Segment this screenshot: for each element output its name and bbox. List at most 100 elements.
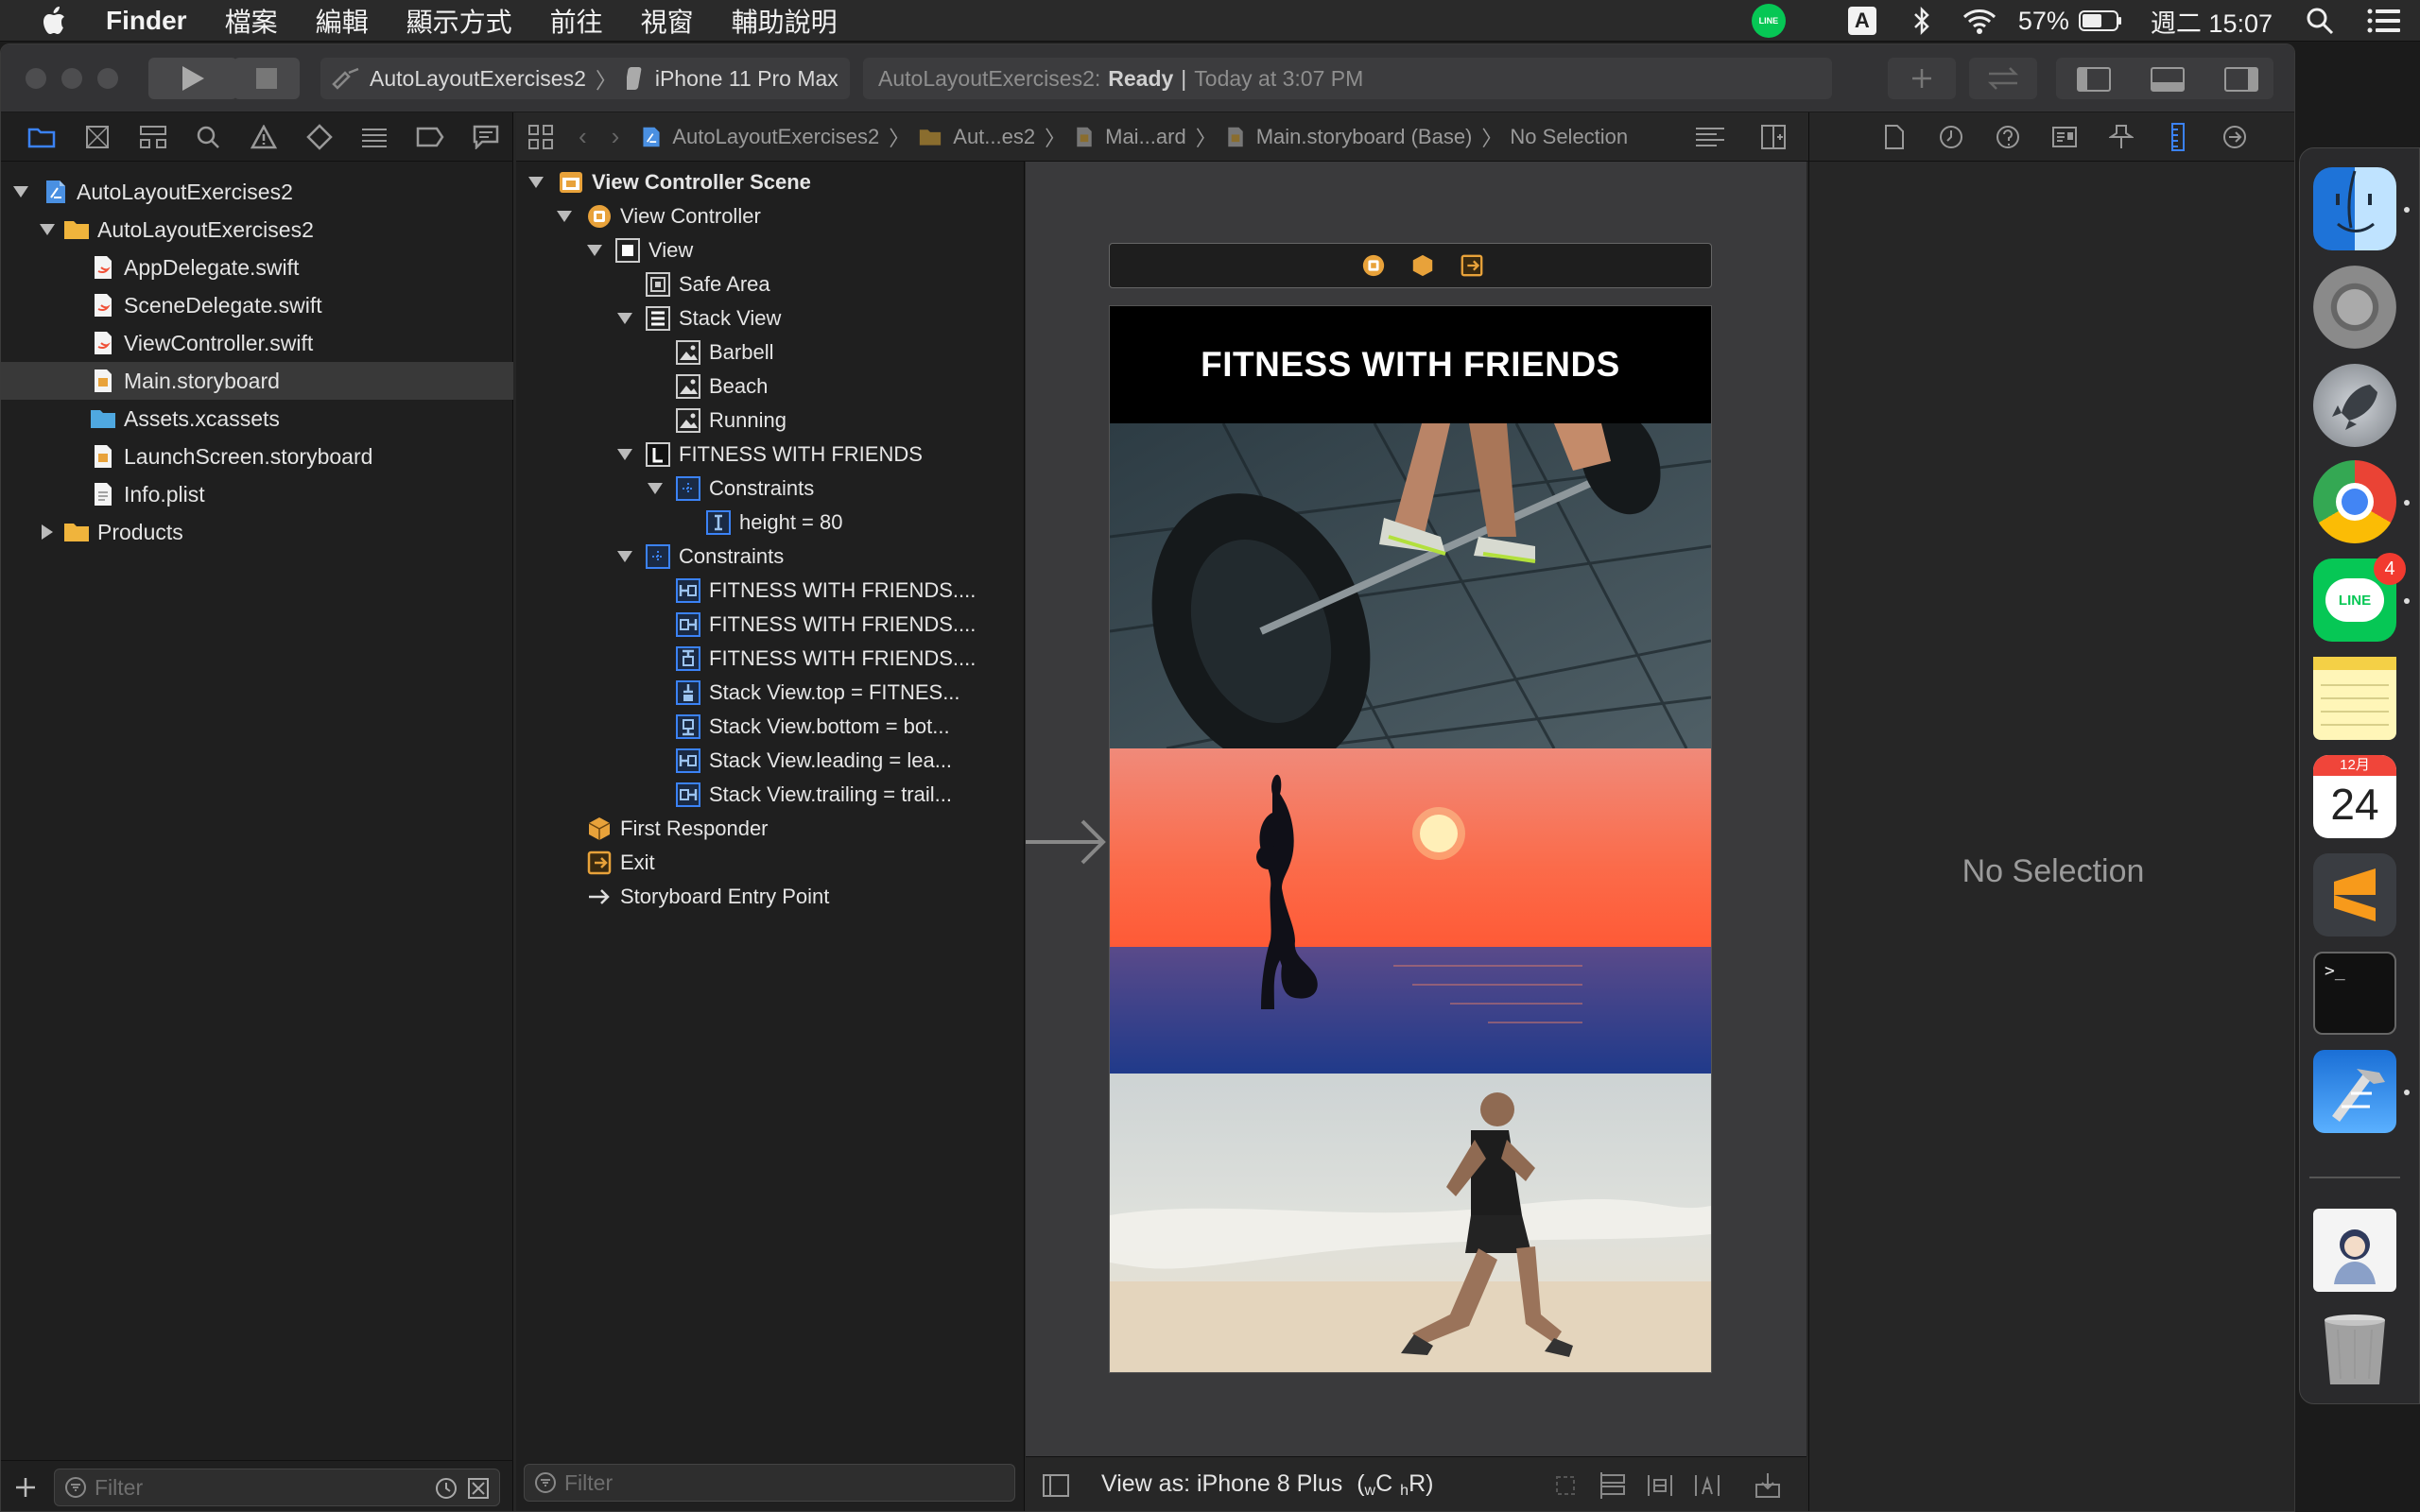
add-icon[interactable] xyxy=(14,1476,37,1499)
outline-item-entry-point[interactable]: Storyboard Entry Point xyxy=(586,880,829,914)
nav-item-project[interactable]: AutoLayoutExercises2 xyxy=(1,173,513,211)
outline-item-exit[interactable]: Exit xyxy=(586,846,655,880)
run-button[interactable] xyxy=(148,58,237,99)
tab-test-navigator[interactable] xyxy=(291,118,347,156)
nav-item-file[interactable]: AppDelegate.swift xyxy=(1,249,513,286)
stop-button[interactable] xyxy=(233,58,300,99)
scm-filter-icon[interactable] xyxy=(467,1477,490,1500)
calendar-dock-icon[interactable]: 12月 24 xyxy=(2313,755,2396,838)
crumb-group[interactable]: Aut...es2 xyxy=(917,125,1035,149)
spotlight-icon[interactable] xyxy=(2305,6,2335,36)
crumb-localization[interactable]: Main.storyboard (Base) xyxy=(1224,125,1472,149)
system-preferences-dock-icon[interactable] xyxy=(2313,266,2396,349)
terminal-dock-icon[interactable]: >_ xyxy=(2313,952,2396,1035)
update-frames-icon[interactable] xyxy=(1551,1471,1580,1500)
apple-menu-icon[interactable] xyxy=(36,2,74,40)
tab-quick-help-inspector[interactable] xyxy=(1979,118,2036,156)
tab-debug-navigator[interactable] xyxy=(347,118,403,156)
tab-breakpoint-navigator[interactable] xyxy=(403,118,458,156)
code-review-button[interactable] xyxy=(1969,58,2037,99)
crumb-selection[interactable]: No Selection xyxy=(1510,125,1628,149)
outline-item-view[interactable]: View xyxy=(586,233,693,267)
outline-item-constraint[interactable]: Stack View.leading = lea... xyxy=(675,744,952,778)
toggle-navigator-button[interactable] xyxy=(2077,67,2111,92)
outline-item-view-controller[interactable]: View Controller xyxy=(556,199,761,233)
tab-connections-inspector[interactable] xyxy=(2206,118,2263,156)
navigator-filter-field[interactable]: Filter xyxy=(54,1469,500,1506)
tab-project-navigator[interactable] xyxy=(14,118,70,156)
disclosure-open-icon[interactable] xyxy=(9,180,33,204)
resolve-issues-icon[interactable] xyxy=(1754,1471,1782,1500)
outline-item-constraint[interactable]: Stack View.bottom = bot... xyxy=(675,710,950,744)
tab-file-inspector[interactable] xyxy=(1866,118,1923,156)
outline-item-constraints[interactable]: Constraints xyxy=(647,472,814,506)
outline-item-image-view[interactable]: Beach xyxy=(675,369,768,404)
outline-item-constraint[interactable]: FITNESS WITH FRIENDS.... xyxy=(675,642,976,676)
launchpad-dock-icon[interactable] xyxy=(2313,364,2396,447)
scheme-selector[interactable]: AutoLayoutExercises2 〉 iPhone 11 Pro Max xyxy=(320,58,850,99)
title-label-view[interactable]: FITNESS WITH FRIENDS xyxy=(1110,306,1711,423)
tab-issue-navigator[interactable] xyxy=(236,118,292,156)
add-editor-icon[interactable] xyxy=(1760,124,1787,150)
finder-dock-icon[interactable] xyxy=(2313,167,2396,250)
tab-find-navigator[interactable] xyxy=(181,118,236,156)
storyboard-canvas[interactable]: FITNESS WITH FRIENDS xyxy=(1026,162,1806,1456)
scene-view[interactable]: FITNESS WITH FRIENDS xyxy=(1109,305,1712,1373)
outline-item-constraint[interactable]: height = 80 xyxy=(705,506,842,540)
nav-item-file[interactable]: ViewController.swift xyxy=(1,324,513,362)
beach-image[interactable] xyxy=(1110,748,1711,1074)
menu-app-name[interactable]: Finder xyxy=(106,6,187,36)
chrome-dock-icon[interactable] xyxy=(2313,460,2396,543)
menu-go[interactable]: 前往 xyxy=(550,2,603,40)
library-button[interactable] xyxy=(1888,58,1956,99)
notes-dock-icon[interactable] xyxy=(2313,657,2396,740)
outline-item-constraint[interactable]: Stack View.top = FITNES... xyxy=(675,676,960,710)
outline-item-constraints[interactable]: Constraints xyxy=(616,540,784,574)
tab-size-inspector[interactable] xyxy=(2150,118,2206,156)
wifi-icon[interactable] xyxy=(1962,7,1997,35)
view-as-button[interactable]: View as: iPhone 8 Plus (wC hR) xyxy=(1101,1470,1433,1500)
menu-help[interactable]: 輔助說明 xyxy=(732,2,838,40)
disclosure-open-icon[interactable] xyxy=(616,312,633,325)
related-items-icon[interactable] xyxy=(527,124,554,150)
outline-item-image-view[interactable]: Barbell xyxy=(675,335,773,369)
zoom-window-button[interactable] xyxy=(97,68,118,89)
menu-edit[interactable]: 編輯 xyxy=(316,2,369,40)
recent-files-icon[interactable] xyxy=(435,1477,458,1500)
crumb-project[interactable]: AutoLayoutExercises2 xyxy=(640,125,879,149)
first-responder-icon[interactable] xyxy=(1410,253,1435,278)
outline-item-stack-view[interactable]: Stack View xyxy=(616,301,781,335)
editor-options-icon[interactable] xyxy=(1694,126,1726,148)
nav-item-file[interactable]: SceneDelegate.swift xyxy=(1,286,513,324)
outline-item-constraint[interactable]: FITNESS WITH FRIENDS.... xyxy=(675,574,976,608)
view-controller-icon[interactable] xyxy=(1361,253,1386,278)
outline-item-label-view[interactable]: FITNESS WITH FRIENDS xyxy=(616,438,923,472)
disclosure-open-icon[interactable] xyxy=(616,550,633,563)
notification-center-icon[interactable] xyxy=(2367,8,2401,34)
document-outline-toggle-icon[interactable] xyxy=(1043,1473,1069,1497)
menu-view[interactable]: 顯示方式 xyxy=(406,2,512,40)
exit-icon[interactable] xyxy=(1460,253,1484,278)
disclosure-open-icon[interactable] xyxy=(616,448,633,461)
outline-item-scene[interactable]: View Controller Scene xyxy=(527,165,811,199)
tab-identity-inspector[interactable] xyxy=(2036,118,2093,156)
bluetooth-icon[interactable] xyxy=(1910,6,1933,36)
nav-item-file[interactable]: LaunchScreen.storyboard xyxy=(1,438,513,475)
add-constraints-icon[interactable] xyxy=(1693,1471,1721,1500)
menubar-clock[interactable]: 週二 15:07 xyxy=(2151,3,2273,40)
input-source-icon[interactable]: A xyxy=(1847,7,1876,35)
xcode-dock-icon[interactable] xyxy=(2313,1050,2396,1133)
line-status-icon[interactable]: LINE xyxy=(1751,4,1786,38)
outline-item-safe-area[interactable]: Safe Area xyxy=(645,267,770,301)
menu-window[interactable]: 視窗 xyxy=(641,2,694,40)
outline-item-image-view[interactable]: Running xyxy=(675,404,786,438)
embed-in-icon[interactable] xyxy=(1599,1471,1627,1500)
align-icon[interactable] xyxy=(1646,1471,1674,1500)
disclosure-closed-icon[interactable] xyxy=(35,520,60,544)
entry-point-arrow-icon[interactable] xyxy=(1026,814,1107,870)
nav-item-group[interactable]: Products xyxy=(1,513,513,551)
running-image[interactable] xyxy=(1110,1074,1711,1372)
sublime-text-dock-icon[interactable] xyxy=(2313,853,2396,936)
outline-filter-field[interactable]: Filter xyxy=(524,1464,1015,1502)
nav-item-group[interactable]: AutoLayoutExercises2 xyxy=(1,211,513,249)
